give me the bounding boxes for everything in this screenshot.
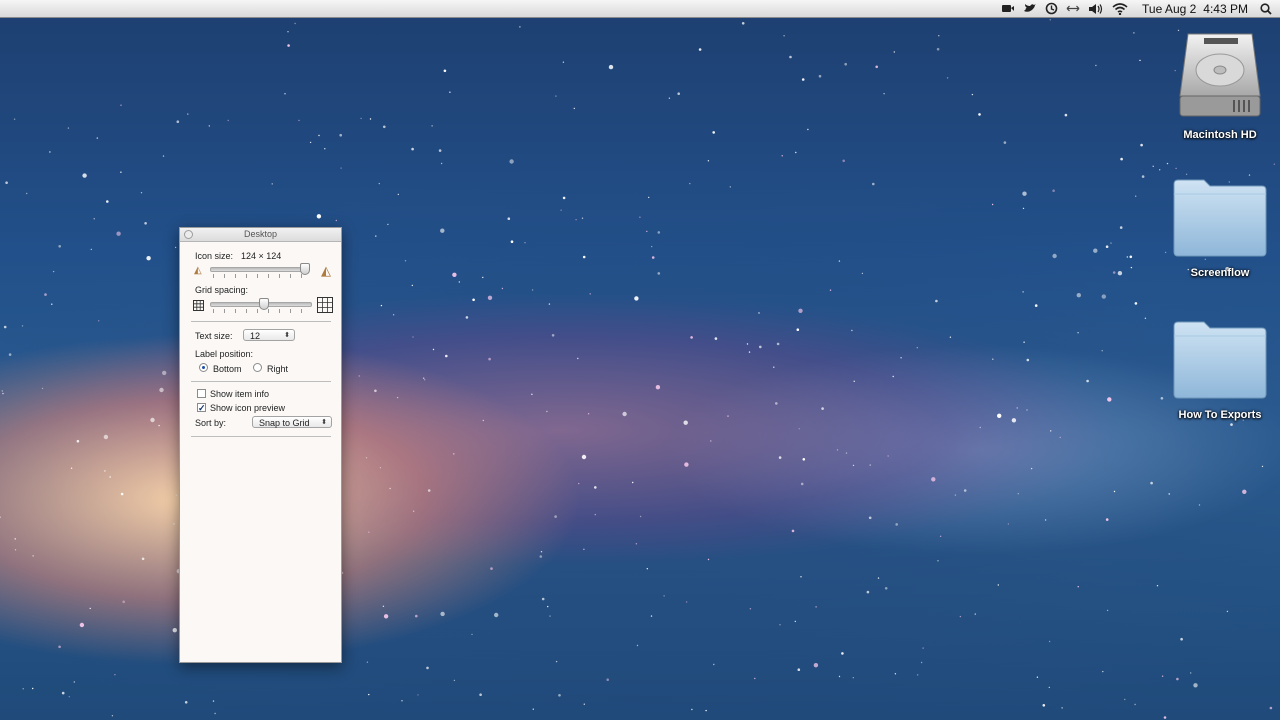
small-icon-glyph-icon: ◭ (194, 265, 202, 276)
label-bottom-radio[interactable] (199, 363, 208, 372)
desktop-view-options-panel: Desktop Icon size: 124 × 124 ◭ ◭ Grid sp… (179, 227, 342, 663)
sort-by-popup[interactable]: Snap to Grid ⬍ (252, 416, 332, 428)
panel-titlebar[interactable]: Desktop (180, 228, 341, 242)
clock-time: 4:43 PM (1203, 1, 1248, 16)
divider (191, 321, 331, 322)
large-grid-icon (317, 297, 333, 313)
wifi-icon[interactable] (1112, 0, 1128, 17)
show-item-info-label: Show item info (210, 389, 270, 399)
desktop-item-how-to-exports[interactable]: How To Exports (1160, 320, 1280, 421)
grid-spacing-slider-knob[interactable] (259, 298, 269, 310)
volume-icon[interactable] (1088, 0, 1104, 17)
text-size-popup[interactable]: 12 ⬍ (243, 329, 295, 341)
folder-icon (1173, 179, 1267, 257)
show-icon-preview-checkbox[interactable]: ✓ (197, 403, 206, 413)
text-size-label: Text size: (195, 331, 233, 341)
icon-size-ticks (213, 274, 305, 278)
show-icon-preview-label: Show icon preview (210, 403, 286, 413)
desktop-item-screenflow[interactable]: Screenflow (1160, 178, 1280, 279)
sort-by-value: Snap to Grid (259, 418, 310, 428)
icon-size-slider-knob[interactable] (300, 263, 310, 275)
desktop-item-label: Screenflow (1190, 267, 1250, 279)
label-right-radio[interactable] (253, 363, 262, 372)
icon-size-slider[interactable] (210, 267, 308, 272)
twitter-bird-icon[interactable] (1023, 0, 1037, 17)
large-icon-glyph-icon: ◭ (321, 263, 331, 278)
close-button[interactable] (184, 230, 193, 239)
show-item-info-checkbox[interactable] (197, 389, 206, 398)
icon-size-value: 124 × 124 (241, 251, 282, 261)
panel-title: Desktop (243, 229, 278, 239)
label-position-label: Label position: (195, 349, 254, 359)
clock-day: Tue Aug 2 (1142, 1, 1197, 16)
desktop-item-label: Macintosh HD (1183, 129, 1257, 141)
label-right-text: Right (267, 364, 289, 374)
sort-by-label: Sort by: (195, 418, 227, 428)
icon-size-label: Icon size: (195, 251, 234, 261)
menu-bar: Tue Aug 2 4:43 PM (0, 0, 1280, 18)
time-machine-icon[interactable] (1045, 0, 1058, 17)
folder-icon (1173, 321, 1267, 399)
text-size-value: 12 (250, 331, 261, 341)
popup-arrows-icon: ⬍ (284, 332, 290, 339)
desktop-item-macintosh-hd[interactable]: Macintosh HD (1160, 26, 1280, 141)
desktop-item-label: How To Exports (1178, 409, 1262, 421)
network-arrows-icon[interactable] (1066, 0, 1080, 17)
small-grid-icon (193, 300, 204, 311)
screen-record-icon[interactable] (1001, 0, 1015, 17)
menu-clock[interactable]: Tue Aug 2 4:43 PM (1142, 0, 1248, 17)
grid-spacing-label: Grid spacing: (195, 285, 249, 295)
divider (191, 381, 331, 382)
spotlight-search-icon[interactable] (1260, 0, 1272, 17)
grid-spacing-ticks (213, 309, 309, 313)
popup-arrows-icon: ⬍ (321, 419, 327, 426)
divider (191, 436, 331, 437)
hard-drive-icon (1179, 33, 1261, 117)
label-bottom-text: Bottom (213, 364, 242, 374)
